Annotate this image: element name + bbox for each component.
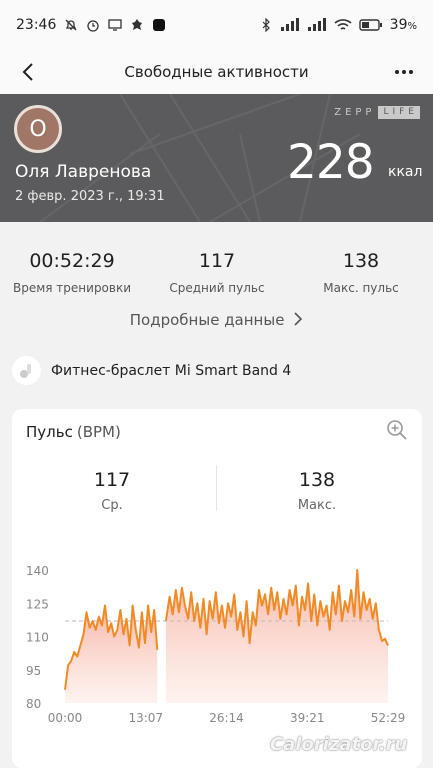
- workout-date: 2 февр. 2023 г., 19:31: [15, 189, 165, 204]
- brand-text: ZEPP: [334, 107, 376, 118]
- brand-logo: ZEPP LIFE: [334, 106, 420, 119]
- workout-stats: 00:52:29 Время тренировки 117 Средний пу…: [0, 222, 433, 342]
- stat-label: Время тренировки: [12, 281, 132, 295]
- x-tick-label: 52:29: [371, 711, 406, 725]
- y-tick-label: 95: [26, 664, 41, 678]
- details-link-label: Подробные данные: [129, 311, 285, 329]
- black-app-icon: [153, 19, 166, 31]
- device-row: Фитнес-браслет Mi Smart Band 4: [12, 356, 291, 385]
- signal-icon: [280, 18, 299, 31]
- page-title: Свободные активности: [124, 63, 309, 81]
- calories-unit: ккал: [388, 164, 423, 180]
- details-link[interactable]: Подробные данные: [0, 311, 433, 329]
- battery-unit: %: [407, 21, 417, 32]
- mute-bell-icon: [65, 19, 77, 31]
- wifi-icon: [334, 19, 352, 30]
- stat-label: Макс. пульс: [323, 281, 399, 295]
- more-button[interactable]: [389, 58, 419, 86]
- alarm-icon: [87, 20, 100, 32]
- hr-area-fill: [165, 570, 388, 703]
- x-tick-label: 26:14: [209, 711, 244, 725]
- stat-label: Средний пульс: [169, 281, 265, 295]
- user-name: Оля Лавренова: [15, 162, 152, 182]
- x-tick-label: 00:00: [48, 711, 83, 725]
- app-notification-icon: [132, 19, 143, 30]
- stat-duration: 00:52:29 Время тренировки: [0, 250, 144, 295]
- signal-icon-2: [307, 18, 326, 31]
- device-name: Фитнес-браслет Mi Smart Band 4: [51, 362, 292, 379]
- watermark: Calorizator.ru: [270, 734, 408, 755]
- stat-value: 00:52:29: [29, 250, 115, 272]
- more-dots-icon: [395, 70, 413, 74]
- workout-summary-banner: О Оля Лавренова 2 февр. 2023 г., 19:31 2…: [0, 94, 433, 222]
- screen-icon: [108, 19, 123, 31]
- y-tick-label: 125: [26, 597, 49, 611]
- brand-box: LIFE: [378, 106, 420, 119]
- y-tick-label: 140: [26, 564, 49, 578]
- nav-bar: Свободные активности: [0, 50, 433, 94]
- chevron-right-icon: [294, 312, 303, 326]
- band-icon: [12, 356, 41, 385]
- battery-icon: [358, 19, 382, 31]
- y-tick-label: 80: [26, 697, 41, 711]
- chevron-left-icon: [22, 63, 33, 81]
- battery-level: 39: [389, 17, 408, 33]
- avatar-letter: О: [29, 116, 47, 142]
- calories-value: 228: [287, 135, 375, 190]
- stat-value: 117: [198, 250, 236, 272]
- y-tick-label: 110: [26, 631, 49, 645]
- stat-max-pulse: 138 Макс. пульс: [289, 250, 433, 295]
- stat-avg-pulse: 117 Средний пульс: [145, 250, 289, 295]
- heart-rate-card: Пульс (BPM) 117 Ср. 138 Макс. 80 95 110 125 1…: [12, 409, 422, 768]
- x-tick-label: 13:07: [128, 711, 163, 725]
- x-tick-label: 39:21: [290, 711, 325, 725]
- back-button[interactable]: [14, 58, 42, 86]
- stat-value: 138: [342, 250, 380, 272]
- avatar[interactable]: О: [14, 105, 62, 153]
- status-time: 23:46: [16, 17, 57, 33]
- bluetooth-icon: [262, 18, 270, 32]
- status-bar: 23:46 39%: [0, 0, 433, 50]
- heart-rate-chart: 80 95 110 125 140 00:00 13:07 26:14 39:21 52:29: [26, 564, 406, 725]
